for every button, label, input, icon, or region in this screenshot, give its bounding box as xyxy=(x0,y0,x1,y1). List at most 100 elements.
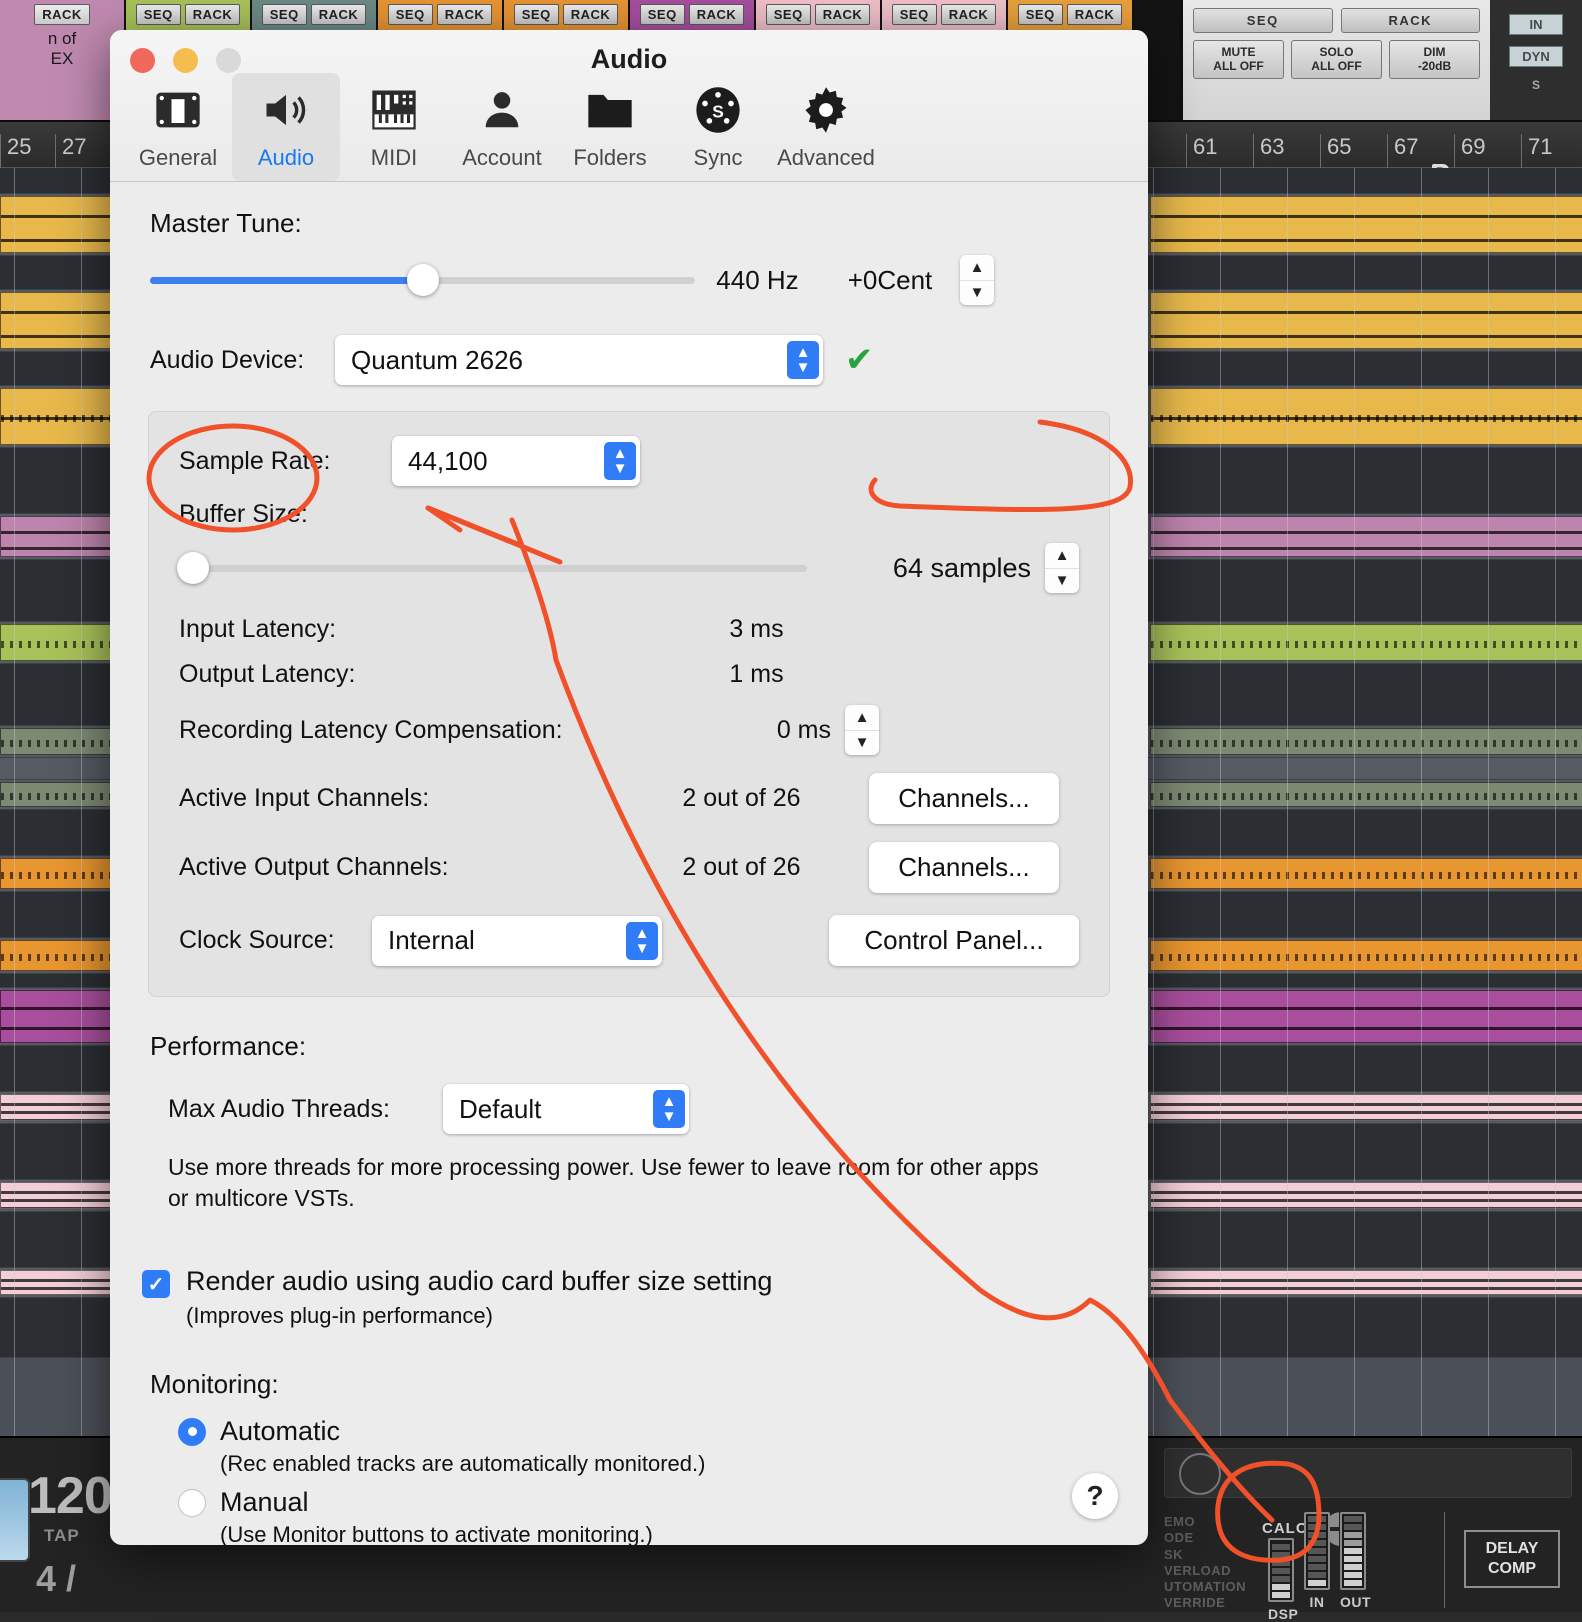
master-tune-slider[interactable] xyxy=(150,277,695,284)
in-button[interactable]: IN xyxy=(1509,14,1563,35)
track-rack-button[interactable]: RACK xyxy=(34,4,90,25)
buffer-size-stepper[interactable]: ▲ ▼ xyxy=(1045,543,1079,593)
solo-all-off-button[interactable]: SOLOALL OFF xyxy=(1291,40,1382,79)
stepper-up-icon[interactable]: ▲ xyxy=(960,255,994,281)
track-rack-button[interactable]: RACK xyxy=(1067,4,1123,25)
delay-comp-button[interactable]: DELAYCOMP xyxy=(1464,1530,1560,1588)
monitoring-options[interactable]: Automatic(Rec enabled tracks are automat… xyxy=(150,1416,1108,1545)
monitoring-option[interactable]: Manual(Use Monitor buttons to activate m… xyxy=(178,1487,1108,1545)
tab-account[interactable]: Account xyxy=(448,73,556,181)
dim-button[interactable]: DIM-20dB xyxy=(1389,40,1480,79)
audio-preferences-dialog[interactable]: Audio GeneralAudioMIDIAccountFoldersSSyn… xyxy=(110,30,1148,1545)
audio-clip[interactable] xyxy=(1150,1094,1582,1121)
tab-label: Folders xyxy=(556,145,664,171)
mute-all-off-button[interactable]: MUTEALL OFF xyxy=(1193,40,1284,79)
tab-midi[interactable]: MIDI xyxy=(340,73,448,181)
audio-clip[interactable] xyxy=(1150,990,1582,1043)
track-seq-button[interactable]: SEQ xyxy=(892,4,937,25)
track-rack-button[interactable]: RACK xyxy=(563,4,619,25)
max-threads-select[interactable]: Default ▲▼ xyxy=(443,1084,689,1134)
ruler-tick: 65 xyxy=(1320,134,1351,168)
monitoring-option[interactable]: Automatic(Rec enabled tracks are automat… xyxy=(178,1416,1108,1477)
sample-rate-row: Sample Rate: 44,100 ▲▼ xyxy=(179,436,1079,486)
audio-clip[interactable] xyxy=(1150,388,1582,445)
master-tune-section: Master Tune: 440 Hz +0Cent ▲ ▼ xyxy=(110,208,1148,305)
sample-rate-select[interactable]: 44,100 ▲▼ xyxy=(392,436,640,486)
chevron-updown-icon[interactable]: ▲▼ xyxy=(626,922,658,960)
help-button[interactable]: ? xyxy=(1072,1473,1118,1519)
track-seq-button[interactable]: SEQ xyxy=(136,4,181,25)
track-rack-button[interactable]: RACK xyxy=(437,4,493,25)
audio-clip[interactable] xyxy=(1150,858,1582,889)
tab-general[interactable]: General xyxy=(124,73,232,181)
time-signature-display[interactable]: 4 / xyxy=(36,1558,76,1600)
stepper-up-icon[interactable]: ▲ xyxy=(1045,543,1079,569)
meter-segment xyxy=(1308,1516,1326,1522)
rec-latency-comp-stepper[interactable]: ▲ ▼ xyxy=(845,705,879,755)
audio-clip[interactable] xyxy=(1150,782,1582,807)
monitoring-radio[interactable] xyxy=(178,1418,206,1446)
monitoring-radio[interactable] xyxy=(178,1489,206,1517)
audio-clip[interactable] xyxy=(1150,516,1582,557)
tab-advanced[interactable]: Advanced xyxy=(772,73,880,181)
sync-disc-icon: S xyxy=(664,79,772,141)
meter-segment xyxy=(1272,1592,1290,1598)
stepper-down-icon[interactable]: ▼ xyxy=(1045,569,1079,594)
stepper-down-icon[interactable]: ▼ xyxy=(845,731,879,756)
stepper-down-icon[interactable]: ▼ xyxy=(960,281,994,306)
master-tune-cent: +0Cent xyxy=(820,265,960,296)
tap-tempo-button[interactable]: TAP xyxy=(44,1526,80,1546)
chevron-updown-icon[interactable]: ▲▼ xyxy=(787,341,819,379)
render-buffer-checkbox-row[interactable]: ✓ Render audio using audio card buffer s… xyxy=(110,1214,1148,1329)
tab-audio[interactable]: Audio xyxy=(232,73,340,181)
track-seq-button[interactable]: SEQ xyxy=(388,4,433,25)
stepper-up-icon[interactable]: ▲ xyxy=(845,705,879,731)
audio-clip[interactable] xyxy=(1150,624,1582,661)
master-tune-stepper[interactable]: ▲ ▼ xyxy=(960,255,994,305)
dyn-button[interactable]: DYN xyxy=(1509,46,1563,67)
preference-tabs[interactable]: GeneralAudioMIDIAccountFoldersSSyncAdvan… xyxy=(124,73,880,181)
track-rack-button[interactable]: RACK xyxy=(941,4,997,25)
audio-clip[interactable] xyxy=(1150,196,1582,253)
buffer-size-slider[interactable] xyxy=(179,565,807,572)
track-rack-button[interactable]: RACK xyxy=(185,4,241,25)
input-channels-button[interactable]: Channels... xyxy=(869,773,1059,824)
ruler-tick: 27 xyxy=(55,134,86,168)
tab-label: Advanced xyxy=(772,145,880,171)
meter-label: DSP xyxy=(1268,1606,1298,1622)
chevron-updown-icon[interactable]: ▲▼ xyxy=(653,1090,685,1128)
tab-folders[interactable]: Folders xyxy=(556,73,664,181)
tab-label: Audio xyxy=(232,145,340,171)
track-rack-button[interactable]: RACK xyxy=(311,4,367,25)
meter-segment xyxy=(1344,1524,1362,1530)
audio-clip[interactable] xyxy=(1150,1182,1582,1209)
transport-knob[interactable] xyxy=(0,1478,30,1562)
svg-text:S: S xyxy=(712,102,724,122)
clock-source-select[interactable]: Internal ▲▼ xyxy=(372,916,662,966)
track-seq-button[interactable]: SEQ xyxy=(640,4,685,25)
audio-clip[interactable] xyxy=(1150,728,1582,755)
track-seq-button[interactable]: SEQ xyxy=(514,4,559,25)
ruler-tick: 63 xyxy=(1253,134,1284,168)
tab-sync[interactable]: SSync xyxy=(664,73,772,181)
render-buffer-checkbox[interactable]: ✓ xyxy=(142,1270,170,1298)
audio-clip[interactable] xyxy=(1150,292,1582,349)
track-header[interactable]: RACKn ofEX xyxy=(0,0,126,120)
cassette-icon xyxy=(124,79,232,141)
chevron-updown-icon[interactable]: ▲▼ xyxy=(604,442,636,480)
meter-segment xyxy=(1308,1564,1326,1570)
audio-clip[interactable] xyxy=(1150,1270,1582,1295)
track-seq-button[interactable]: SEQ xyxy=(1018,4,1063,25)
mixer-seq-button[interactable]: SEQ xyxy=(1193,8,1333,33)
mixer-rack-button[interactable]: RACK xyxy=(1341,8,1481,33)
control-panel-button[interactable]: Control Panel... xyxy=(829,915,1079,966)
scroll-wheel-icon[interactable] xyxy=(1179,1453,1221,1495)
track-rack-button[interactable]: RACK xyxy=(815,4,871,25)
track-seq-button[interactable]: SEQ xyxy=(262,4,307,25)
grid-line xyxy=(1354,168,1355,1436)
track-seq-button[interactable]: SEQ xyxy=(766,4,811,25)
audio-clip[interactable] xyxy=(1150,940,1582,971)
audio-device-select[interactable]: Quantum 2626 ▲▼ xyxy=(335,335,823,385)
track-rack-button[interactable]: RACK xyxy=(689,4,745,25)
output-channels-button[interactable]: Channels... xyxy=(869,842,1059,893)
